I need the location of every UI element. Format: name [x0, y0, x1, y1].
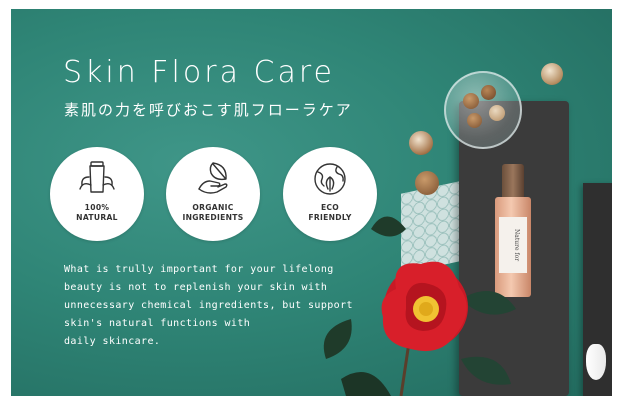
macadamia-nut: [415, 171, 439, 195]
macadamia-nut: [463, 93, 479, 109]
hand-leaf-icon: [198, 162, 228, 194]
macadamia-nut: [481, 85, 496, 100]
page-title: Skin Flora Care: [63, 55, 335, 90]
badge-natural-line1: 100%: [84, 203, 110, 212]
badge-organic-line2: INGREDIENTS: [182, 213, 244, 222]
globe-leaf-icon: [314, 163, 346, 195]
bottle-cap: [502, 164, 524, 198]
description-text: What is trully important for your lifelo…: [64, 261, 364, 351]
macadamia-nut: [467, 113, 482, 128]
page-subtitle: 素肌の力を呼びおこす肌フローラケア: [64, 101, 353, 119]
description-line: unnecessary chemical ingredients, but su…: [64, 300, 353, 311]
badge-organic-line1: ORGANIC: [192, 203, 234, 212]
badge-eco-line1: ECO: [320, 203, 340, 212]
description-line: beauty is not to replenish your skin wit…: [64, 282, 328, 293]
macadamia-nut: [586, 344, 606, 380]
badge-organic-label: ORGANIC INGREDIENTS: [166, 203, 260, 223]
description-line: skin's natural functions with: [64, 318, 251, 329]
macadamia-nut: [489, 105, 505, 121]
badge-organic: ORGANIC INGREDIENTS: [166, 147, 260, 241]
description-line: daily skincare.: [64, 336, 161, 347]
macadamia-nut: [409, 131, 433, 155]
badge-natural-label: 100% NATURAL: [50, 203, 144, 223]
badge-natural: 100% NATURAL: [50, 147, 144, 241]
macadamia-nut: [541, 63, 563, 85]
badge-eco: ECO FRIENDLY: [283, 147, 377, 241]
badge-eco-label: ECO FRIENDLY: [283, 203, 377, 223]
badge-natural-line2: NATURAL: [76, 213, 118, 222]
badge-eco-line2: FRIENDLY: [308, 213, 352, 222]
glass-bowl-of-nuts: [444, 71, 522, 149]
description-line: What is trully important for your lifelo…: [64, 264, 334, 275]
hero-banner: Nature for Skin Flora Care 素肌の力を呼びおこす肌フロ…: [11, 9, 612, 396]
tube-leaf-icon: [79, 161, 115, 193]
